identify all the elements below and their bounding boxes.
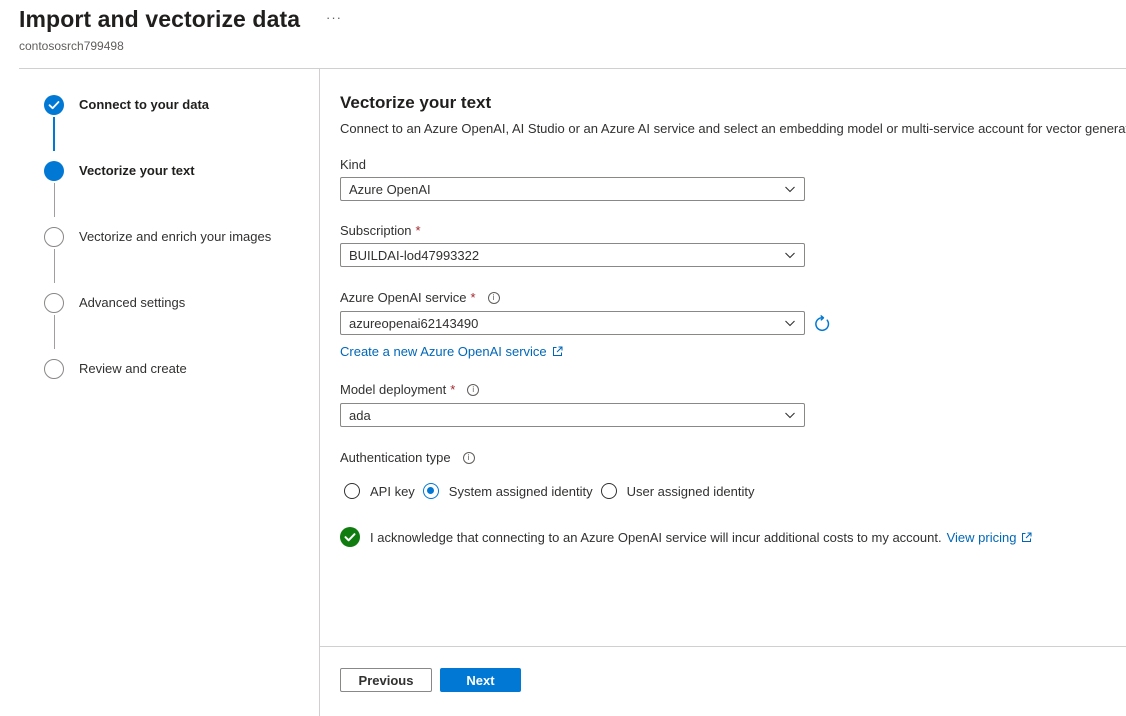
openai-service-dropdown[interactable]: azureopenai62143490 <box>340 311 805 335</box>
authentication-type-label: Authentication type i <box>340 450 475 465</box>
page-header: Import and vectorize data ··· contososrc… <box>19 4 1126 68</box>
model-deployment-dropdown[interactable]: ada <box>340 403 805 427</box>
chevron-down-icon <box>785 186 795 193</box>
info-icon[interactable]: i <box>487 291 500 304</box>
view-pricing-link[interactable]: View pricing <box>947 530 1033 545</box>
acknowledge-row: I acknowledge that connecting to an Azur… <box>340 527 1032 547</box>
step-pending-icon <box>44 227 64 247</box>
step-pending-icon <box>44 359 64 379</box>
previous-button[interactable]: Previous <box>340 668 432 692</box>
step-connector <box>53 249 55 283</box>
required-marker: * <box>415 223 421 238</box>
required-marker: * <box>450 382 456 397</box>
main-panel: Vectorize your text Connect to an Azure … <box>340 93 1126 547</box>
step-label: Vectorize your text <box>79 163 195 178</box>
kind-value: Azure OpenAI <box>349 182 431 197</box>
subscription-value: BUILDAI-lod47993322 <box>349 248 480 263</box>
step-pending-icon <box>44 293 64 313</box>
acknowledge-checkbox[interactable] <box>340 527 360 547</box>
model-deployment-label: Model deployment * i <box>340 382 480 397</box>
step-current-icon <box>44 161 64 181</box>
model-deployment-value: ada <box>349 408 371 423</box>
chevron-down-icon <box>785 320 795 327</box>
refresh-icon[interactable] <box>813 315 831 333</box>
page-title: Import and vectorize data <box>19 6 301 32</box>
step-connector <box>53 183 55 217</box>
required-marker: * <box>470 290 476 305</box>
subscription-dropdown[interactable]: BUILDAI-lod47993322 <box>340 243 805 267</box>
openai-service-label: Azure OpenAI service * i <box>340 290 500 305</box>
chevron-down-icon <box>785 252 795 259</box>
openai-service-value: azureopenai62143490 <box>349 316 479 331</box>
info-icon[interactable]: i <box>462 451 475 464</box>
subscription-label: Subscription * <box>340 223 421 238</box>
radio-circle <box>600 483 617 499</box>
page-subtitle: contososrch799498 <box>19 39 124 53</box>
checkmark-icon <box>344 533 356 542</box>
kind-dropdown[interactable]: Azure OpenAI <box>340 177 805 201</box>
radio-system-assigned-identity[interactable]: System assigned identity <box>422 483 593 499</box>
radio-api-key[interactable]: API key <box>344 483 415 499</box>
step-complete-icon <box>44 95 64 115</box>
acknowledge-text: I acknowledge that connecting to an Azur… <box>370 529 942 545</box>
step-label: Connect to your data <box>79 97 210 112</box>
create-openai-service-link[interactable]: Create a new Azure OpenAI service <box>340 344 563 359</box>
authentication-type-radio-group: API key System assigned identity User as… <box>344 483 763 499</box>
info-icon[interactable]: i <box>467 383 480 396</box>
radio-circle-selected <box>422 483 439 499</box>
external-link-icon <box>552 346 563 356</box>
more-options-icon[interactable]: ··· <box>326 10 342 25</box>
kind-label: Kind <box>340 157 367 172</box>
header-divider <box>19 68 1126 69</box>
step-connector <box>53 315 55 349</box>
step-label: Advanced settings <box>79 295 186 310</box>
footer-divider <box>320 646 1126 647</box>
next-button[interactable]: Next <box>440 668 521 692</box>
step-label: Review and create <box>79 361 187 376</box>
chevron-down-icon <box>785 412 795 419</box>
step-connector <box>53 117 55 151</box>
section-title: Vectorize your text <box>340 93 492 112</box>
step-label: Vectorize and enrich your images <box>79 229 272 244</box>
external-link-icon <box>1022 532 1032 542</box>
radio-user-assigned-identity[interactable]: User assigned identity <box>600 483 755 499</box>
sidebar-divider <box>319 69 320 716</box>
section-description: Connect to an Azure OpenAI, AI Studio or… <box>340 121 1126 136</box>
radio-circle <box>344 483 360 499</box>
